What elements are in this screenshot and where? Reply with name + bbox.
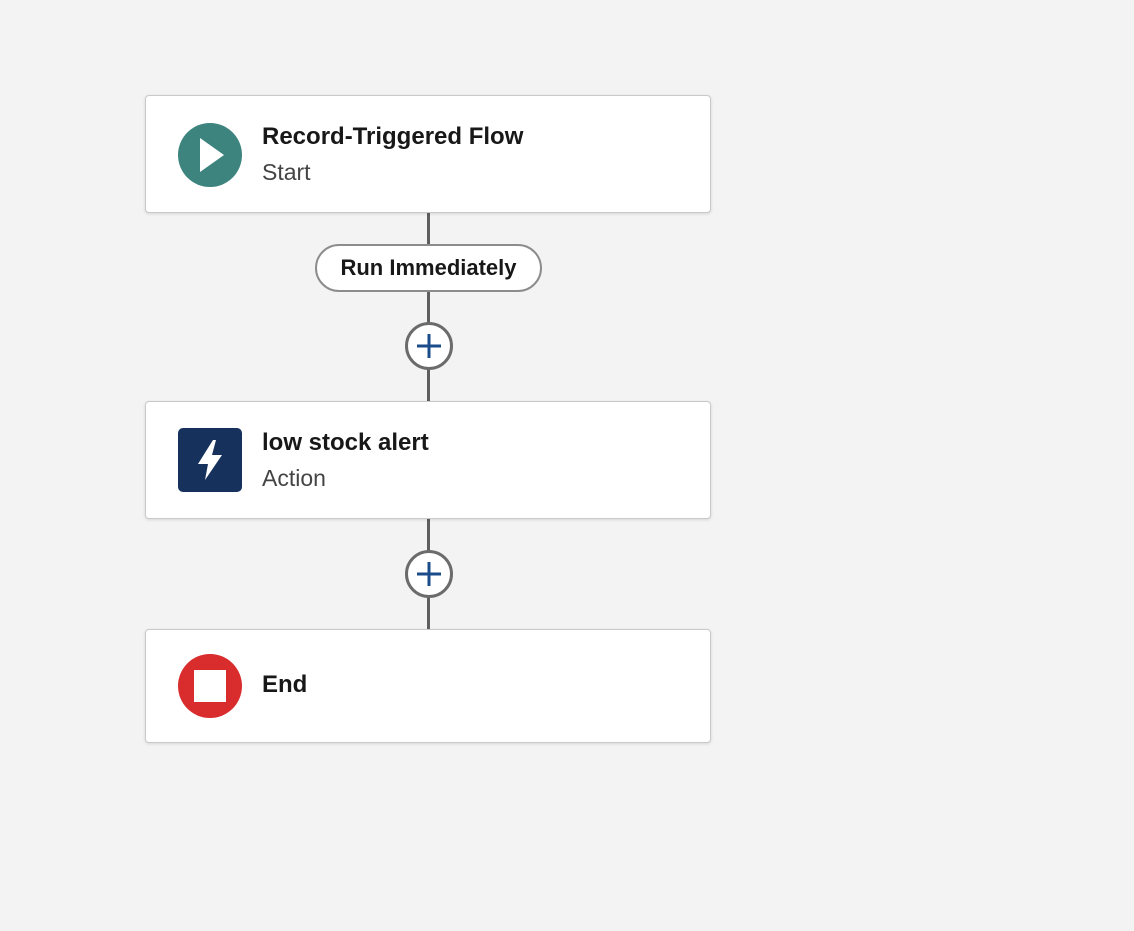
action-node[interactable]: low stock alert Action bbox=[145, 401, 711, 519]
play-icon bbox=[178, 123, 242, 187]
add-element-button[interactable] bbox=[405, 550, 453, 598]
connector-action-to-add bbox=[427, 518, 430, 552]
plus-icon bbox=[417, 562, 441, 586]
connector-start-to-path bbox=[427, 212, 430, 246]
add-element-button[interactable] bbox=[405, 322, 453, 370]
end-node-title: End bbox=[262, 671, 308, 698]
end-node[interactable]: End bbox=[145, 629, 711, 743]
lightning-bolt-icon bbox=[178, 428, 242, 492]
connector-add-to-action bbox=[427, 368, 430, 402]
stop-icon bbox=[178, 654, 242, 718]
connector-add-to-end bbox=[427, 596, 430, 630]
flow-canvas: Record-Triggered Flow Start Run Immediat… bbox=[0, 0, 1134, 931]
start-node-subtitle: Start bbox=[262, 159, 311, 185]
run-immediately-path-label[interactable]: Run Immediately bbox=[315, 244, 542, 292]
action-node-title: low stock alert bbox=[262, 429, 429, 456]
plus-icon bbox=[417, 334, 441, 358]
connector-path-to-add bbox=[427, 290, 430, 326]
start-node[interactable]: Record-Triggered Flow Start bbox=[145, 95, 711, 213]
start-node-title: Record-Triggered Flow bbox=[262, 123, 524, 150]
action-node-subtitle: Action bbox=[262, 465, 326, 491]
